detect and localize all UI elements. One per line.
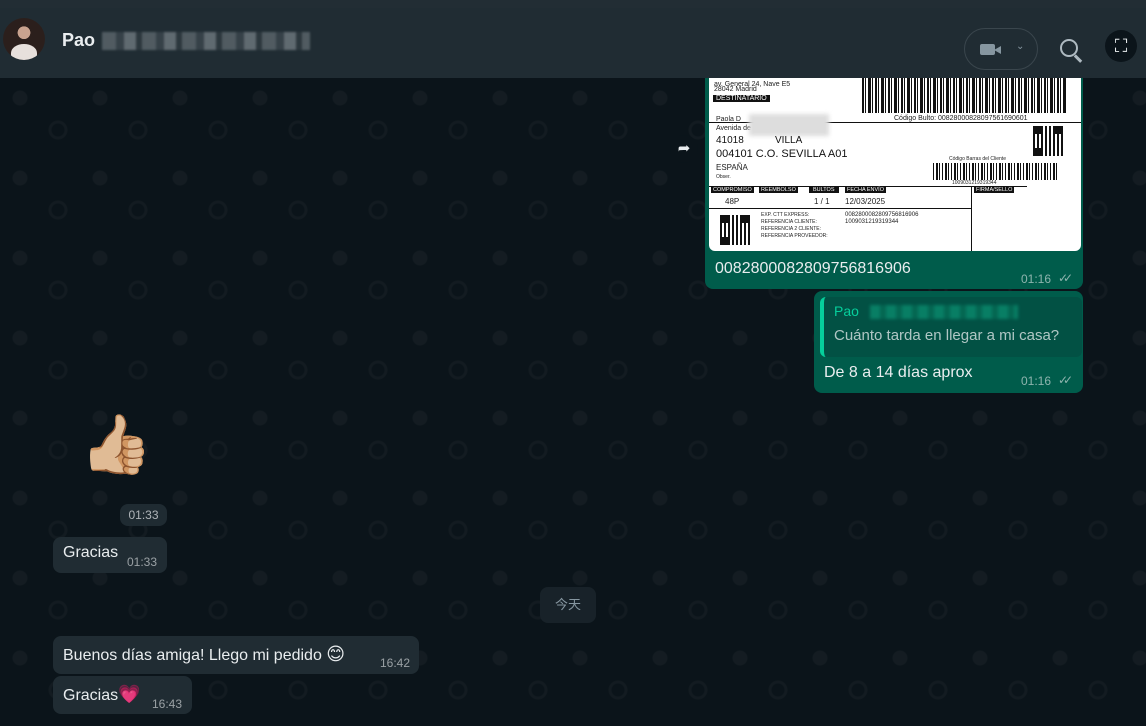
- lens-icon[interactable]: ⛶: [1105, 30, 1137, 62]
- label-col-reembolso: REEMBOLSO: [759, 187, 798, 193]
- label-col-fecha: FECHA ENVÍO: [845, 187, 886, 193]
- chat-panel: av. General 24, Nave E5 28042 Madrid DES…: [0, 78, 1146, 726]
- label-ref-cliente2: REFERENCIA 2 CLIENTE:: [761, 226, 822, 232]
- message-text-content: Gracias: [63, 687, 119, 704]
- label-val-bultos: 1 / 1: [814, 197, 830, 206]
- label-barcode-caption: Código Barras del Cliente: [949, 156, 1006, 162]
- label-delivery-center: 004101 C.O. SEVILLA A01: [716, 148, 848, 160]
- read-receipt-icon: ✓✓: [1058, 373, 1073, 387]
- label-qr-code: [1033, 126, 1063, 156]
- chevron-down-icon: ⌄: [1016, 41, 1025, 52]
- message-time: 01:16: [1021, 272, 1052, 286]
- label-recipient-street: Avenida de: [716, 125, 751, 132]
- read-receipt-icon: ✓✓: [1058, 271, 1073, 285]
- label-ref-proveedor: REFERENCIA PROVEEDOR:: [761, 233, 828, 239]
- message-time: 16:43: [152, 697, 183, 711]
- label-country: ESPAÑA: [716, 163, 748, 172]
- contact-name-redacted: [102, 32, 310, 50]
- label-val-fecha: 12/03/2025: [845, 197, 886, 206]
- chat-header: Pao ⌄ ⛶: [0, 8, 1146, 78]
- thumbs-up-emoji-message[interactable]: 👍🏼: [80, 416, 152, 474]
- label-col-bultos: BULTOS: [809, 187, 839, 193]
- video-call-icon: [980, 44, 1001, 55]
- message-time: 01:33: [127, 555, 158, 569]
- shipping-label-image[interactable]: av. General 24, Nave E5 28042 Madrid DES…: [709, 78, 1081, 251]
- search-icon[interactable]: [1060, 39, 1078, 57]
- label-divider: [709, 208, 971, 209]
- quoted-author-redacted: [870, 305, 1018, 319]
- label-exp: EXP. CTT EXPRESS:: [761, 212, 810, 218]
- forward-icon[interactable]: ➦: [670, 135, 698, 163]
- quoted-message[interactable]: Pao Cuánto tarda en llegar a mi casa?: [820, 297, 1082, 357]
- day-divider: 今天: [540, 587, 596, 623]
- tracking-number-text: 0082800082809756816906: [715, 260, 911, 277]
- label-col-compromiso: COMPROMISO: [711, 187, 754, 193]
- customer-barcode: [933, 163, 1058, 180]
- message-time: 01:16: [1021, 374, 1052, 388]
- contact-avatar[interactable]: [3, 18, 45, 60]
- contact-name[interactable]: Pao: [62, 30, 95, 51]
- label-qr-code-small: [720, 215, 750, 245]
- shipment-barcode: [862, 78, 1067, 113]
- label-city: VILLA: [775, 135, 803, 146]
- video-call-button[interactable]: ⌄: [964, 28, 1038, 70]
- label-col-firma: FIRMA/SELLO: [974, 187, 1015, 193]
- label-destinatario: DESTINATARIO: [713, 95, 770, 102]
- smile-emoji-icon: 😊: [326, 644, 346, 664]
- label-postcode: 41018: [716, 135, 744, 146]
- label-recipient-name: Paola D: [716, 116, 741, 123]
- quoted-author: Pao: [834, 303, 859, 319]
- quoted-text: Cuánto tarda en llegar a mi casa?: [834, 327, 1060, 344]
- message-text: Gracias: [63, 544, 119, 561]
- message-text: Gracias💗: [63, 684, 141, 705]
- reply-text: De 8 a 14 días aprox: [824, 364, 973, 381]
- message-time: 01:33: [120, 504, 167, 526]
- label-codigo-bulto: Código Bulto: 00828000828097561690601: [894, 115, 1028, 122]
- label-divider: [971, 186, 972, 251]
- message-text-content: Buenos días amiga! Llego mi pedido: [63, 647, 322, 664]
- window-top-edge: [0, 0, 1146, 8]
- label-sender-postcode: 28042 Madrid: [714, 86, 757, 93]
- label-ref-cliente: REFERENCIA CLIENTE:: [761, 219, 817, 225]
- label-redaction: [749, 114, 829, 136]
- label-ref-value: 1009031219319344: [845, 219, 899, 225]
- label-obser: Obser.: [716, 174, 731, 180]
- message-text: Buenos días amiga! Llego mi pedido 😊: [63, 644, 345, 665]
- heart-emoji-icon: 💗: [118, 684, 141, 704]
- message-time: 16:42: [380, 656, 411, 670]
- label-exp-value: 0082800082809756816906: [845, 212, 919, 218]
- label-val-compromiso: 48P: [725, 197, 740, 206]
